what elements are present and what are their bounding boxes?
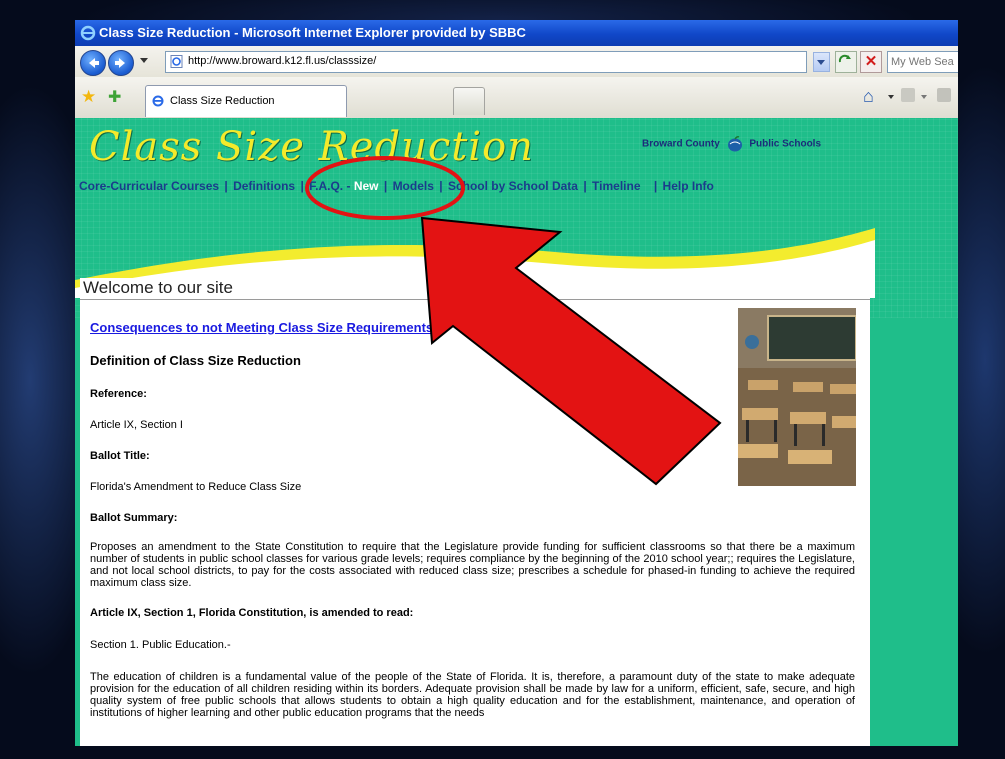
feeds-icon[interactable] <box>901 88 915 102</box>
nav-core-curricular[interactable]: Core-Curricular Courses <box>79 179 219 193</box>
browser-window: Class Size Reduction - Microsoft Interne… <box>75 20 958 746</box>
stop-icon: ✕ <box>864 53 878 70</box>
nav-separator: | <box>224 179 228 193</box>
ballot-title-label: Ballot Title: <box>90 450 150 462</box>
logo-text-right: Public Schools <box>749 138 822 150</box>
home-icon[interactable]: ⌂ <box>863 86 874 107</box>
logo-text-left: Broward County <box>642 138 720 150</box>
home-dropdown-icon[interactable] <box>888 95 894 99</box>
refresh-icon <box>838 54 851 63</box>
nav-school-data[interactable]: School by School Data <box>448 179 578 193</box>
tab-class-size-reduction[interactable]: Class Size Reduction <box>145 85 347 117</box>
section-label: Section 1. Public Education.- <box>90 639 231 651</box>
address-dropdown-button[interactable] <box>813 52 830 72</box>
nav-separator: | <box>300 179 304 193</box>
feeds-dropdown-icon[interactable] <box>921 95 927 99</box>
definition-heading: Definition of Class Size Reduction <box>90 353 301 368</box>
add-favorite-icon[interactable]: ✚ <box>108 87 121 107</box>
nav-separator: | <box>653 179 658 193</box>
search-input[interactable] <box>888 53 958 71</box>
print-icon[interactable] <box>937 88 951 102</box>
ballot-summary-label: Ballot Summary: <box>90 512 178 524</box>
favorites-star-icon[interactable]: ★ <box>81 87 96 107</box>
site-title: Class Size Reduction <box>89 124 534 170</box>
nav-new-badge[interactable]: New <box>354 179 379 193</box>
article-heading: Article IX, Section 1, Florida Constitut… <box>90 607 414 619</box>
stop-button[interactable]: ✕ <box>860 51 882 73</box>
consequences-link[interactable]: Consequences to not Meeting Class Size R… <box>90 320 433 335</box>
url-text: http://www.broward.k12.fl.us/classsize/ <box>188 55 377 67</box>
nav-definitions[interactable]: Definitions <box>233 179 295 193</box>
nav-models[interactable]: Models <box>393 179 434 193</box>
ballot-summary-text: Proposes an amendment to the State Const… <box>90 541 855 589</box>
divider <box>80 299 870 300</box>
tab-ie-icon <box>152 95 164 107</box>
apple-globe-icon <box>727 136 742 152</box>
address-toolbar: http://www.broward.k12.fl.us/classsize/ … <box>75 46 958 77</box>
web-page: Class Size Reduction Broward County Publ… <box>75 118 958 746</box>
refresh-button[interactable] <box>835 51 857 73</box>
education-text: The education of children is a fundament… <box>90 671 855 719</box>
new-tab-button[interactable] <box>453 87 485 115</box>
ballot-title-text: Florida's Amendment to Reduce Class Size <box>90 481 302 493</box>
forward-arrow-icon <box>115 58 125 68</box>
nav-timeline[interactable]: Timeline <box>592 179 640 193</box>
title-bar: Class Size Reduction - Microsoft Interne… <box>75 20 958 46</box>
address-field[interactable]: http://www.broward.k12.fl.us/classsize/ <box>165 51 807 73</box>
page-ie-icon <box>170 55 183 68</box>
welcome-heading: Welcome to our site <box>83 278 233 297</box>
back-button[interactable] <box>80 50 106 76</box>
nav-faq[interactable]: F.A.Q. - <box>309 179 350 193</box>
reference-label: Reference: <box>90 388 147 400</box>
nav-separator: | <box>383 179 388 193</box>
broward-logo[interactable]: Broward County Public Schools <box>642 136 821 152</box>
reference-text: Article IX, Section I <box>90 419 183 431</box>
nav-separator: | <box>583 179 587 193</box>
tab-label: Class Size Reduction <box>170 95 275 107</box>
classroom-photo <box>738 308 856 486</box>
back-arrow-icon <box>89 58 99 68</box>
ie-logo-icon <box>80 25 96 41</box>
nav-separator: | <box>439 179 443 193</box>
forward-button[interactable] <box>108 50 134 76</box>
nav-help-info[interactable]: Help Info <box>663 179 714 193</box>
site-navigation: Core-Curricular Courses | Definitions | … <box>79 179 714 193</box>
tab-toolbar: ★ ✚ Class Size Reduction ⌂ <box>75 77 958 119</box>
search-field[interactable] <box>887 51 958 73</box>
history-dropdown-icon[interactable] <box>140 58 148 63</box>
window-title: Class Size Reduction - Microsoft Interne… <box>99 25 526 40</box>
